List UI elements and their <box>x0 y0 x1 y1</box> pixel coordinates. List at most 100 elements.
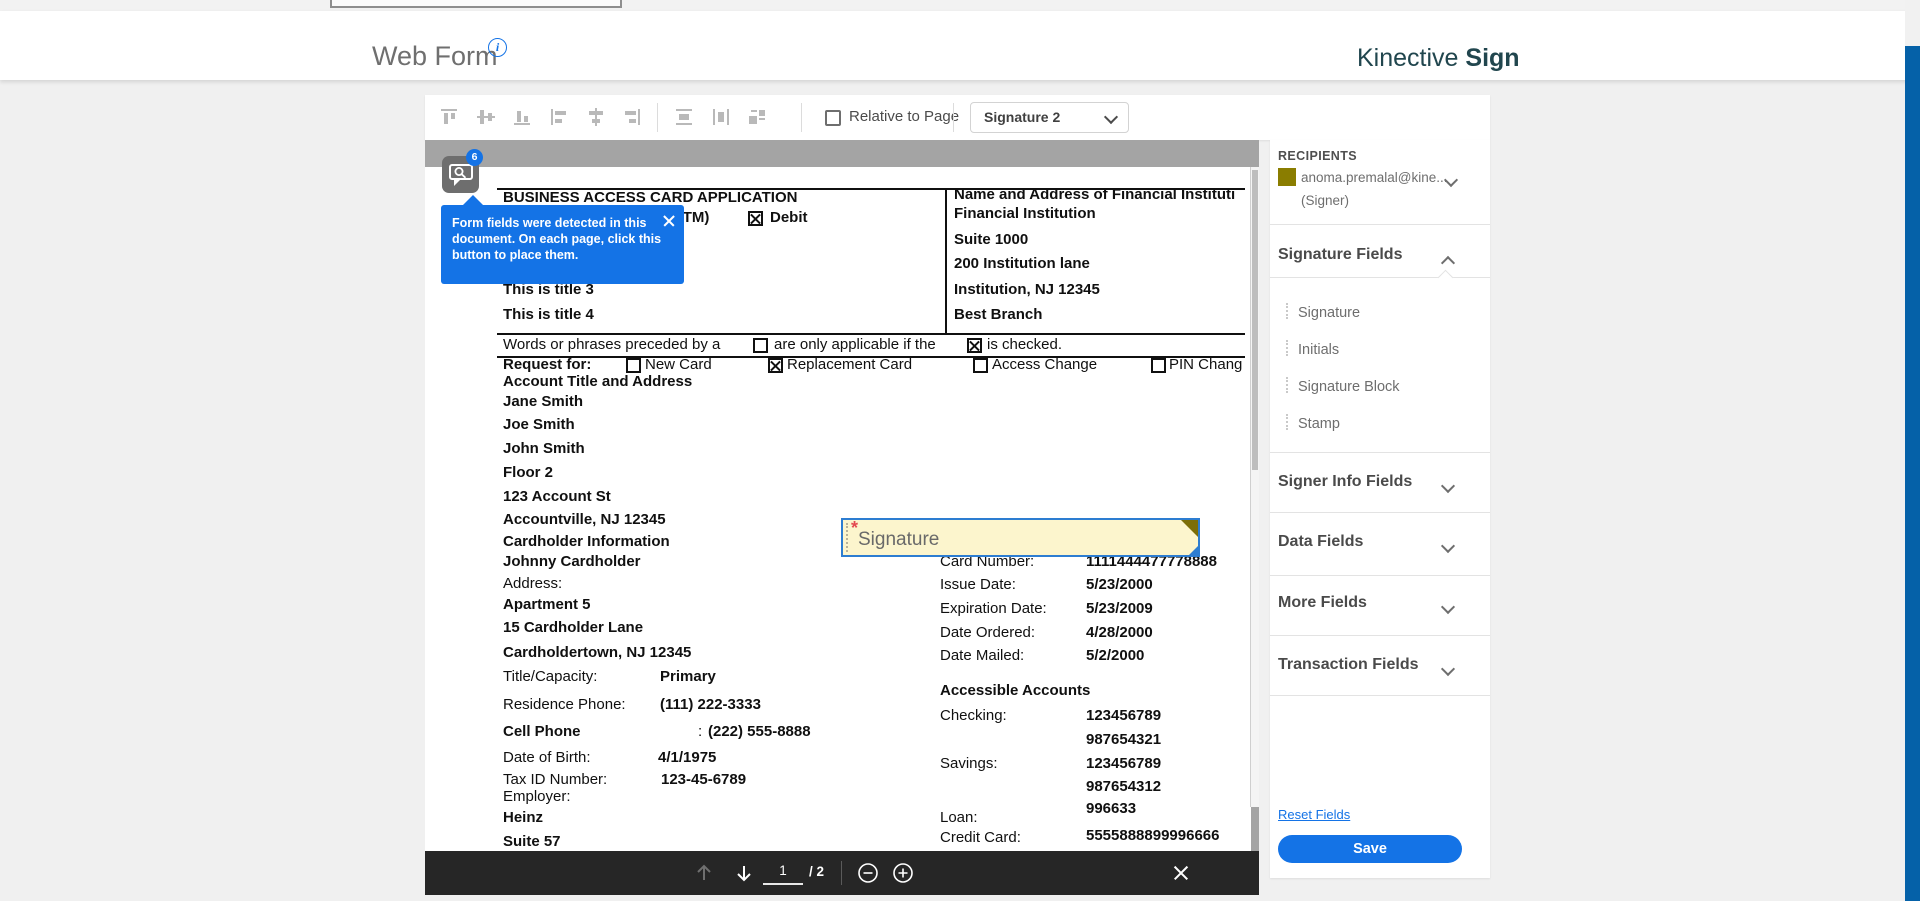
recipient-corner-fold <box>1181 520 1198 537</box>
toolbar-separator <box>801 103 802 132</box>
section-signature-fields[interactable]: Signature Fields <box>1278 246 1402 264</box>
align-horizontal-center-icon[interactable] <box>585 106 607 128</box>
chevron-down-icon[interactable] <box>1443 538 1453 556</box>
section-more-fields[interactable]: More Fields <box>1278 594 1367 612</box>
sidebar-divider <box>1270 695 1490 696</box>
section-signer-info-fields[interactable]: Signer Info Fields <box>1278 473 1412 491</box>
next-page-icon[interactable] <box>733 862 755 884</box>
checking-value: 123456789 <box>1086 707 1161 725</box>
previous-page-icon[interactable] <box>693 862 715 884</box>
signature-field-overlay[interactable]: * Signature <box>841 518 1200 557</box>
chevron-down-icon[interactable] <box>1443 599 1453 617</box>
field-selector-value: Signature 2 <box>984 103 1060 132</box>
fields-sidebar: RECIPIENTS anoma.premalal@kine... (Signe… <box>1270 140 1490 878</box>
document-scrollbar[interactable] <box>1250 167 1259 807</box>
pin-change-checkbox <box>1151 358 1166 373</box>
tooltip-text: document. On each page, click this <box>452 231 658 247</box>
checked-checkbox <box>967 338 982 353</box>
cardholder-heading: Cardholder Information <box>503 533 670 551</box>
date-ordered-value: 4/28/2000 <box>1086 624 1153 642</box>
reset-fields-link[interactable]: Reset Fields <box>1278 807 1350 822</box>
relative-to-page-checkbox[interactable] <box>825 110 841 126</box>
page-scrollbar-thumb[interactable] <box>1905 46 1920 901</box>
institution-line: Suite 1000 <box>954 231 1028 249</box>
title-capacity-value: Primary <box>660 668 716 686</box>
recipient-email: anoma.premalal@kine... <box>1301 170 1448 185</box>
request-label: Request for: <box>503 356 591 374</box>
close-icon[interactable] <box>1172 864 1189 881</box>
address-line: Cardholdertown, NJ 12345 <box>503 644 691 662</box>
account-title-line: John Smith <box>503 440 585 458</box>
align-left-icon[interactable] <box>548 106 570 128</box>
institution-heading: Name and Address of Financial Instituti <box>954 186 1235 204</box>
page-number-input[interactable]: 1 <box>763 859 803 885</box>
replacement-card-label: Replacement Card <box>787 356 912 374</box>
zoom-in-icon[interactable] <box>892 862 914 884</box>
detected-fields-count-badge: 6 <box>466 149 483 166</box>
page-scrollbar[interactable] <box>1905 0 1920 901</box>
required-marker: * <box>851 518 858 539</box>
accounts-heading: Accessible Accounts <box>940 682 1090 700</box>
top-strip <box>0 0 1920 11</box>
recipient-color-swatch <box>1278 168 1296 186</box>
employer-label: Employer: <box>503 788 571 806</box>
address-line: Apartment 5 <box>503 596 591 614</box>
tax-id-value: 123-45-6789 <box>661 771 746 789</box>
drag-handle-icon[interactable] <box>846 523 848 552</box>
align-vertical-center-icon[interactable] <box>475 106 497 128</box>
employer-line: Heinz <box>503 809 543 827</box>
field-item-initials[interactable]: Initials <box>1298 342 1339 358</box>
align-bottom-icon[interactable] <box>511 106 533 128</box>
distribute-horizontally-icon[interactable] <box>710 106 732 128</box>
save-button[interactable]: Save <box>1278 835 1462 863</box>
drag-handle-icon <box>1286 303 1288 319</box>
field-item-stamp[interactable]: Stamp <box>1298 416 1340 432</box>
account-title-line: Floor 2 <box>503 464 553 482</box>
address-label: Address: <box>503 575 562 593</box>
address-line: 15 Cardholder Lane <box>503 619 643 637</box>
field-item-signature[interactable]: Signature <box>1298 305 1360 321</box>
tooltip-arrow <box>462 195 484 206</box>
account-title-line: Accountville, NJ 12345 <box>503 511 666 529</box>
chevron-down-icon[interactable] <box>1446 172 1456 190</box>
section-data-fields[interactable]: Data Fields <box>1278 533 1363 551</box>
checking-label: Checking: <box>940 707 1007 725</box>
date-mailed-label: Date Mailed: <box>940 647 1024 665</box>
tooltip-text: button to place them. <box>452 247 658 263</box>
brand-logo: Kinective Sign <box>1357 44 1520 73</box>
field-item-signature-block[interactable]: Signature Block <box>1298 379 1400 395</box>
field-selector-dropdown[interactable]: Signature 2 <box>970 102 1129 133</box>
document-scrollbar-thumb[interactable] <box>1252 170 1258 470</box>
page-bar-separator <box>841 861 842 885</box>
credit-card-label: Credit Card: <box>940 829 1021 847</box>
chevron-down-icon[interactable] <box>1443 478 1453 496</box>
pdf-viewer: BUSINESS ACCESS CARD APPLICATION (ATM) D… <box>425 140 1259 895</box>
words-row-part1: Words or phrases preceded by a <box>503 336 720 354</box>
relative-to-page-label: Relative to Page <box>849 108 959 125</box>
account-title-line: Jane Smith <box>503 393 583 411</box>
chevron-down-icon[interactable] <box>1443 661 1453 679</box>
match-size-icon[interactable] <box>746 106 768 128</box>
brand-name: Kinective <box>1357 44 1458 72</box>
resize-handle[interactable] <box>1189 546 1198 555</box>
section-transaction-fields[interactable]: Transaction Fields <box>1278 656 1418 674</box>
expiration-date-value: 5/23/2009 <box>1086 600 1153 618</box>
drag-handle-icon <box>1286 340 1288 356</box>
align-top-icon[interactable] <box>438 106 460 128</box>
title-capacity-label: Title/Capacity: <box>503 668 597 686</box>
credit-card-value: 5555888899996666 <box>1086 827 1219 845</box>
savings-label: Savings: <box>940 755 998 773</box>
align-right-icon[interactable] <box>621 106 643 128</box>
expiration-date-label: Expiration Date: <box>940 600 1047 618</box>
distribute-vertically-icon[interactable] <box>673 106 695 128</box>
info-icon[interactable]: i <box>488 38 507 57</box>
table-border <box>497 333 1245 335</box>
sidebar-divider <box>1270 452 1490 453</box>
checking-value: 987654321 <box>1086 731 1161 749</box>
debit-label: Debit <box>770 209 808 227</box>
close-icon[interactable] <box>663 215 675 227</box>
dob-value: 4/1/1975 <box>658 749 716 767</box>
page-navigation-bar: 1 / 2 <box>425 851 1259 895</box>
zoom-out-icon[interactable] <box>857 862 879 884</box>
employer-line: Suite 57 <box>503 833 561 851</box>
